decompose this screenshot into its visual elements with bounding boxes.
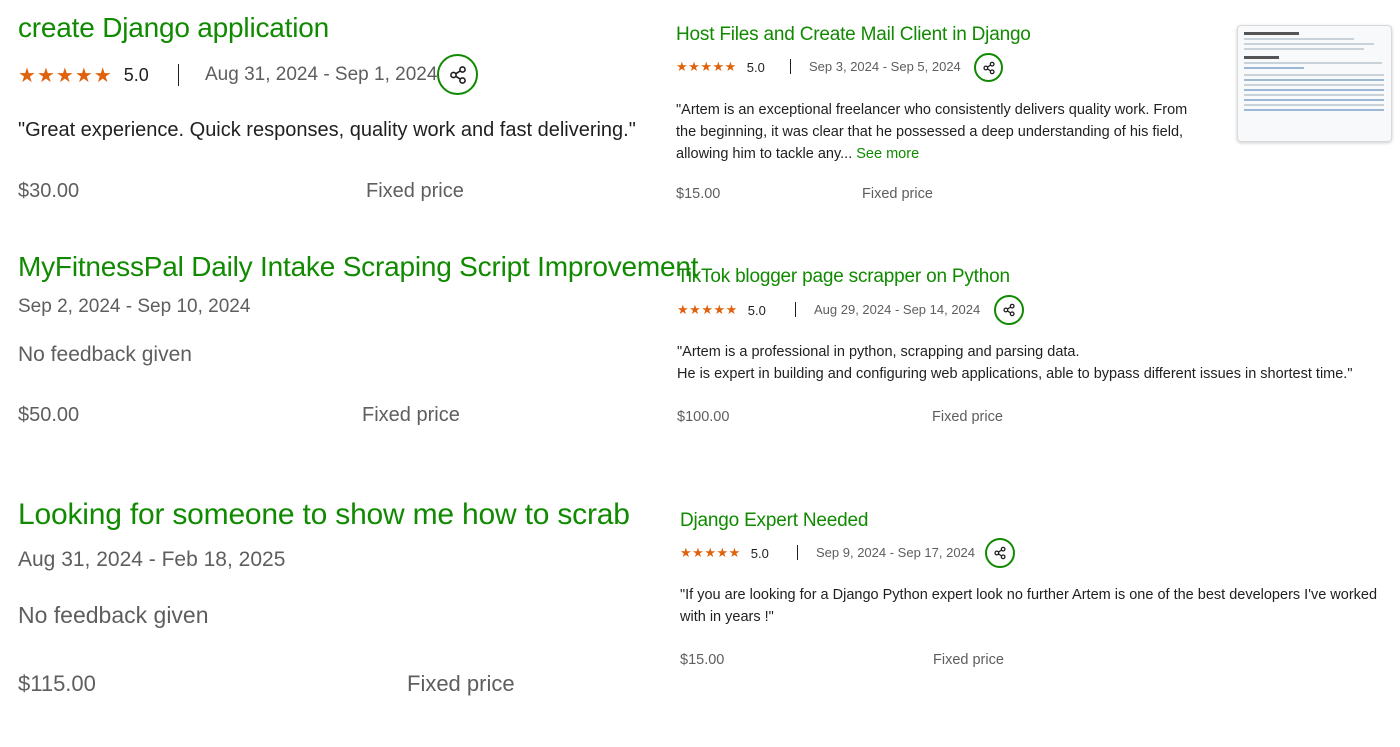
job-dates: Aug 31, 2024 - Feb 18, 2025 <box>18 548 286 571</box>
thumbnail-line <box>1244 48 1364 50</box>
star-icon: ★ <box>36 64 56 87</box>
rating-row: ★ ★ ★ ★ ★ 5.0 <box>677 301 766 319</box>
price-type: Fixed price <box>366 180 464 202</box>
share-button[interactable] <box>974 53 1003 82</box>
job-dates: Sep 2, 2024 - Sep 10, 2024 <box>18 296 251 317</box>
feedback-text: "Artem is an exceptional freelancer who … <box>676 99 1187 165</box>
feedback-line: the beginning, it was clear that he poss… <box>676 124 1184 140</box>
star-icon: ★ <box>704 545 717 560</box>
feedback-text: "Great experience. Quick responses, qual… <box>18 119 636 141</box>
job-title-link[interactable]: MyFitnessPal Daily Intake Scraping Scrip… <box>18 251 699 283</box>
divider <box>795 302 796 317</box>
thumbnail-line <box>1244 94 1384 96</box>
thumbnail-line <box>1244 74 1384 76</box>
thumbnail-line <box>1244 79 1384 81</box>
job-price: $100.00 <box>677 409 730 425</box>
feedback-line: "If you are looking for a Django Python … <box>680 587 1378 603</box>
feedback-text: "Artem is a professional in python, scra… <box>677 341 1352 385</box>
price-type: Fixed price <box>407 671 515 696</box>
job-price: $30.00 <box>18 180 80 202</box>
share-button[interactable] <box>985 538 1015 568</box>
thumbnail-line <box>1244 104 1384 106</box>
price-type: Fixed price <box>862 186 933 202</box>
rating-score: 5.0 <box>746 59 765 75</box>
star-icon: ★ <box>689 302 702 317</box>
star-icon: ★ <box>712 59 725 74</box>
feedback-line: with in years !" <box>680 609 774 625</box>
rating-row: ★ ★ ★ ★ ★ 5.0 <box>18 62 149 88</box>
star-icon: ★ <box>677 302 690 317</box>
thumbnail-line <box>1244 56 1279 59</box>
job-dates: Aug 29, 2024 - Sep 14, 2024 <box>814 302 981 317</box>
share-icon <box>1003 303 1015 317</box>
feedback-line: "Artem is an exceptional freelancer who … <box>676 102 1188 118</box>
feedback-text: No feedback given <box>18 343 192 366</box>
feedback-line: He is expert in building and configuring… <box>677 366 1353 382</box>
star-icon: ★ <box>728 545 741 560</box>
star-icon: ★ <box>701 302 714 317</box>
star-icon: ★ <box>692 545 705 560</box>
rating-score: 5.0 <box>123 64 149 85</box>
star-icon: ★ <box>55 64 75 87</box>
job-price: $15.00 <box>680 652 725 668</box>
job-price: $115.00 <box>18 671 96 696</box>
rating-row: ★ ★ ★ ★ ★ 5.0 <box>676 58 765 76</box>
job-dates: Sep 9, 2024 - Sep 17, 2024 <box>816 545 976 560</box>
thumbnail-line <box>1244 62 1382 64</box>
feedback-text: No feedback given <box>18 602 209 628</box>
job-price: $50.00 <box>18 404 80 426</box>
star-icon: ★ <box>724 59 737 74</box>
attachment-thumbnail[interactable] <box>1237 25 1392 142</box>
thumbnail-line <box>1244 67 1304 69</box>
star-rating: ★ ★ ★ ★ ★ <box>680 545 741 561</box>
price-type: Fixed price <box>933 652 1004 668</box>
see-more-link[interactable]: See more <box>856 146 919 162</box>
thumbnail-line <box>1244 43 1374 45</box>
star-rating: ★ ★ ★ ★ ★ <box>677 302 738 318</box>
rating-score: 5.0 <box>750 545 769 561</box>
price-type: Fixed price <box>362 404 460 426</box>
thumbnail-line <box>1244 99 1384 101</box>
feedback-line: allowing him to tackle any... See more <box>676 143 1187 165</box>
thumbnail-line <box>1244 109 1384 111</box>
job-dates: Aug 31, 2024 - Sep 1, 2024 <box>205 64 438 85</box>
job-title-link[interactable]: TikTok blogger page scrapper on Python <box>677 266 1010 288</box>
job-title-link[interactable]: create Django application <box>18 12 329 44</box>
share-button[interactable] <box>994 295 1024 325</box>
price-type: Fixed price <box>932 409 1003 425</box>
job-title-link[interactable]: Looking for someone to show me how to sc… <box>18 498 630 532</box>
star-icon: ★ <box>676 59 689 74</box>
star-icon: ★ <box>700 59 713 74</box>
star-icon: ★ <box>688 59 701 74</box>
star-icon: ★ <box>716 545 729 560</box>
feedback-line: "Artem is a professional in python, scra… <box>677 344 1080 360</box>
share-button[interactable] <box>437 54 478 95</box>
divider <box>790 59 791 74</box>
star-rating: ★ ★ ★ ★ ★ <box>676 59 737 75</box>
divider <box>797 545 798 560</box>
thumbnail-line <box>1244 84 1384 86</box>
rating-row: ★ ★ ★ ★ ★ 5.0 <box>680 544 769 562</box>
feedback-line-text: allowing him to tackle any... <box>676 146 853 162</box>
share-icon <box>982 61 995 74</box>
thumbnail-line <box>1244 32 1299 35</box>
star-rating: ★ ★ ★ ★ ★ <box>18 63 113 88</box>
star-icon: ★ <box>680 545 693 560</box>
star-icon: ★ <box>74 64 94 87</box>
star-icon: ★ <box>18 64 37 87</box>
star-icon: ★ <box>93 64 113 87</box>
share-icon <box>449 65 466 84</box>
star-icon: ★ <box>713 302 726 317</box>
rating-score: 5.0 <box>747 302 766 318</box>
divider <box>178 64 179 86</box>
job-title-link[interactable]: Host Files and Create Mail Client in Dja… <box>676 24 1031 46</box>
job-dates: Sep 3, 2024 - Sep 5, 2024 <box>809 59 961 74</box>
job-title-link[interactable]: Django Expert Needed <box>680 510 868 532</box>
job-price: $15.00 <box>676 186 721 202</box>
feedback-text: "If you are looking for a Django Python … <box>680 584 1396 628</box>
share-icon <box>994 546 1006 560</box>
thumbnail-line <box>1244 38 1354 40</box>
thumbnail-line <box>1244 89 1384 91</box>
star-icon: ★ <box>725 302 738 317</box>
